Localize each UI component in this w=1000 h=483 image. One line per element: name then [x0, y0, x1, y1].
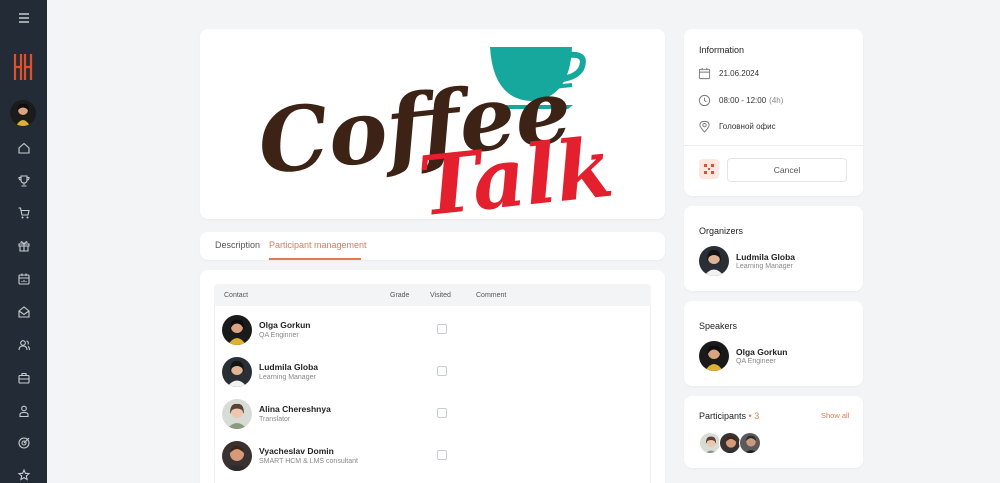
participants-label: Participants: [699, 411, 747, 421]
event-time: 08:00 - 12:00 (4h): [698, 93, 783, 107]
participants-card: Participants • 3 Show all: [684, 396, 863, 468]
trophy-icon[interactable]: [0, 169, 47, 193]
organizer-name: Ludmila Globa: [736, 252, 796, 262]
participants-table-card: Contact Grade Visited Comment Olga Gorku…: [200, 270, 665, 483]
home-icon[interactable]: [0, 136, 47, 160]
table-header: Contact Grade Visited Comment: [214, 284, 651, 306]
clock-icon: [698, 94, 711, 106]
tab-description[interactable]: Description: [215, 240, 260, 250]
cart-icon[interactable]: [0, 201, 47, 225]
column-contact: Contact: [224, 292, 249, 299]
column-grade: Grade: [390, 292, 410, 299]
divider: [684, 145, 863, 146]
participant-role: QA Enginner: [259, 332, 299, 339]
avatar: [222, 441, 252, 471]
mail-icon[interactable]: [0, 300, 47, 324]
qr-code-button[interactable]: [699, 159, 719, 179]
event-date-text: 21.06.2024: [719, 68, 760, 78]
star-icon[interactable]: [0, 463, 47, 483]
visited-checkbox[interactable]: [437, 366, 447, 376]
speakers-title: Speakers: [699, 321, 738, 331]
event-time-text: 08:00 - 12:00: [719, 95, 767, 105]
event-location: Головной офис: [698, 119, 776, 133]
participant-avatar[interactable]: [739, 432, 761, 454]
user-avatar[interactable]: [10, 100, 36, 126]
participants-count: 3: [754, 411, 760, 421]
event-banner: Coffee Talk: [200, 29, 665, 235]
table-body: Olga Gorkun QA Enginner Ludmila Globa Le…: [214, 306, 651, 483]
information-card: Information 21.06.2024 08:00 - 12:00 (4h…: [684, 29, 863, 196]
avatar: [222, 315, 252, 345]
table-row: Olga Gorkun QA Enginner: [215, 308, 652, 350]
avatar: [222, 399, 252, 429]
calendar-icon: [698, 67, 711, 79]
speaker-role: QA Engineer: [736, 358, 776, 365]
cancel-button[interactable]: Cancel: [727, 158, 847, 182]
sidebar: [0, 0, 47, 483]
speaker-name: Olga Gorkun: [736, 347, 788, 357]
participant-role: SMART HCM & LMS consultant: [259, 458, 358, 465]
table-row: Alina Chereshnya Translator: [215, 392, 652, 434]
coffee-talk-logo: Coffee Talk: [253, 47, 618, 235]
information-title: Information: [699, 45, 745, 55]
participant-name: Ludmila Globa: [259, 362, 319, 372]
user-icon[interactable]: [0, 399, 47, 423]
show-all-link[interactable]: Show all: [821, 411, 849, 420]
participant-avatar[interactable]: [699, 432, 721, 454]
participants-title: Participants • 3: [699, 411, 759, 421]
qr-code-icon: [704, 164, 714, 174]
avatar: [699, 341, 729, 371]
event-tabs: Description Participant management: [200, 232, 665, 260]
column-comment: Comment: [476, 292, 507, 299]
visited-checkbox[interactable]: [437, 324, 447, 334]
participant-name: Alina Chereshnya: [259, 404, 331, 414]
column-visited: Visited: [430, 292, 451, 299]
active-tab-indicator: [269, 258, 361, 260]
organizer-item[interactable]: Ludmila Globa Learning Manager: [699, 246, 859, 276]
speaker-item[interactable]: Olga Gorkun QA Engineer: [699, 341, 859, 371]
table-row: Vyacheslav Domin SMART HCM & LMS consult…: [215, 434, 652, 476]
users-icon[interactable]: [0, 333, 47, 357]
calendar-icon[interactable]: [0, 267, 47, 291]
participants-separator: •: [748, 411, 752, 421]
table-row: Ludmila Globa Learning Manager: [215, 350, 652, 392]
menu-icon[interactable]: [0, 6, 47, 30]
location-pin-icon: [699, 120, 710, 133]
organizer-role: Learning Manager: [736, 263, 793, 270]
gift-icon[interactable]: [0, 234, 47, 258]
participant-name: Vyacheslav Domin: [259, 446, 334, 456]
speakers-card: Speakers Olga Gorkun QA Engineer: [684, 301, 863, 386]
organizers-card: Organizers Ludmila Globa Learning Manage…: [684, 206, 863, 291]
participant-role: Learning Manager: [259, 374, 316, 381]
participant-name: Olga Gorkun: [259, 320, 311, 330]
briefcase-icon[interactable]: [0, 366, 47, 390]
brand-logo[interactable]: [12, 52, 34, 82]
visited-checkbox[interactable]: [437, 408, 447, 418]
avatar: [222, 357, 252, 387]
event-date: 21.06.2024: [698, 66, 759, 80]
tab-participant-management[interactable]: Participant management: [269, 240, 367, 250]
participant-role: Translator: [259, 416, 291, 423]
event-duration: (4h): [769, 95, 784, 105]
organizers-title: Organizers: [699, 226, 744, 236]
participant-avatar[interactable]: [719, 432, 741, 454]
avatar: [699, 246, 729, 276]
target-icon[interactable]: [0, 431, 47, 455]
visited-checkbox[interactable]: [437, 450, 447, 460]
event-location-text: Головной офис: [719, 121, 776, 131]
